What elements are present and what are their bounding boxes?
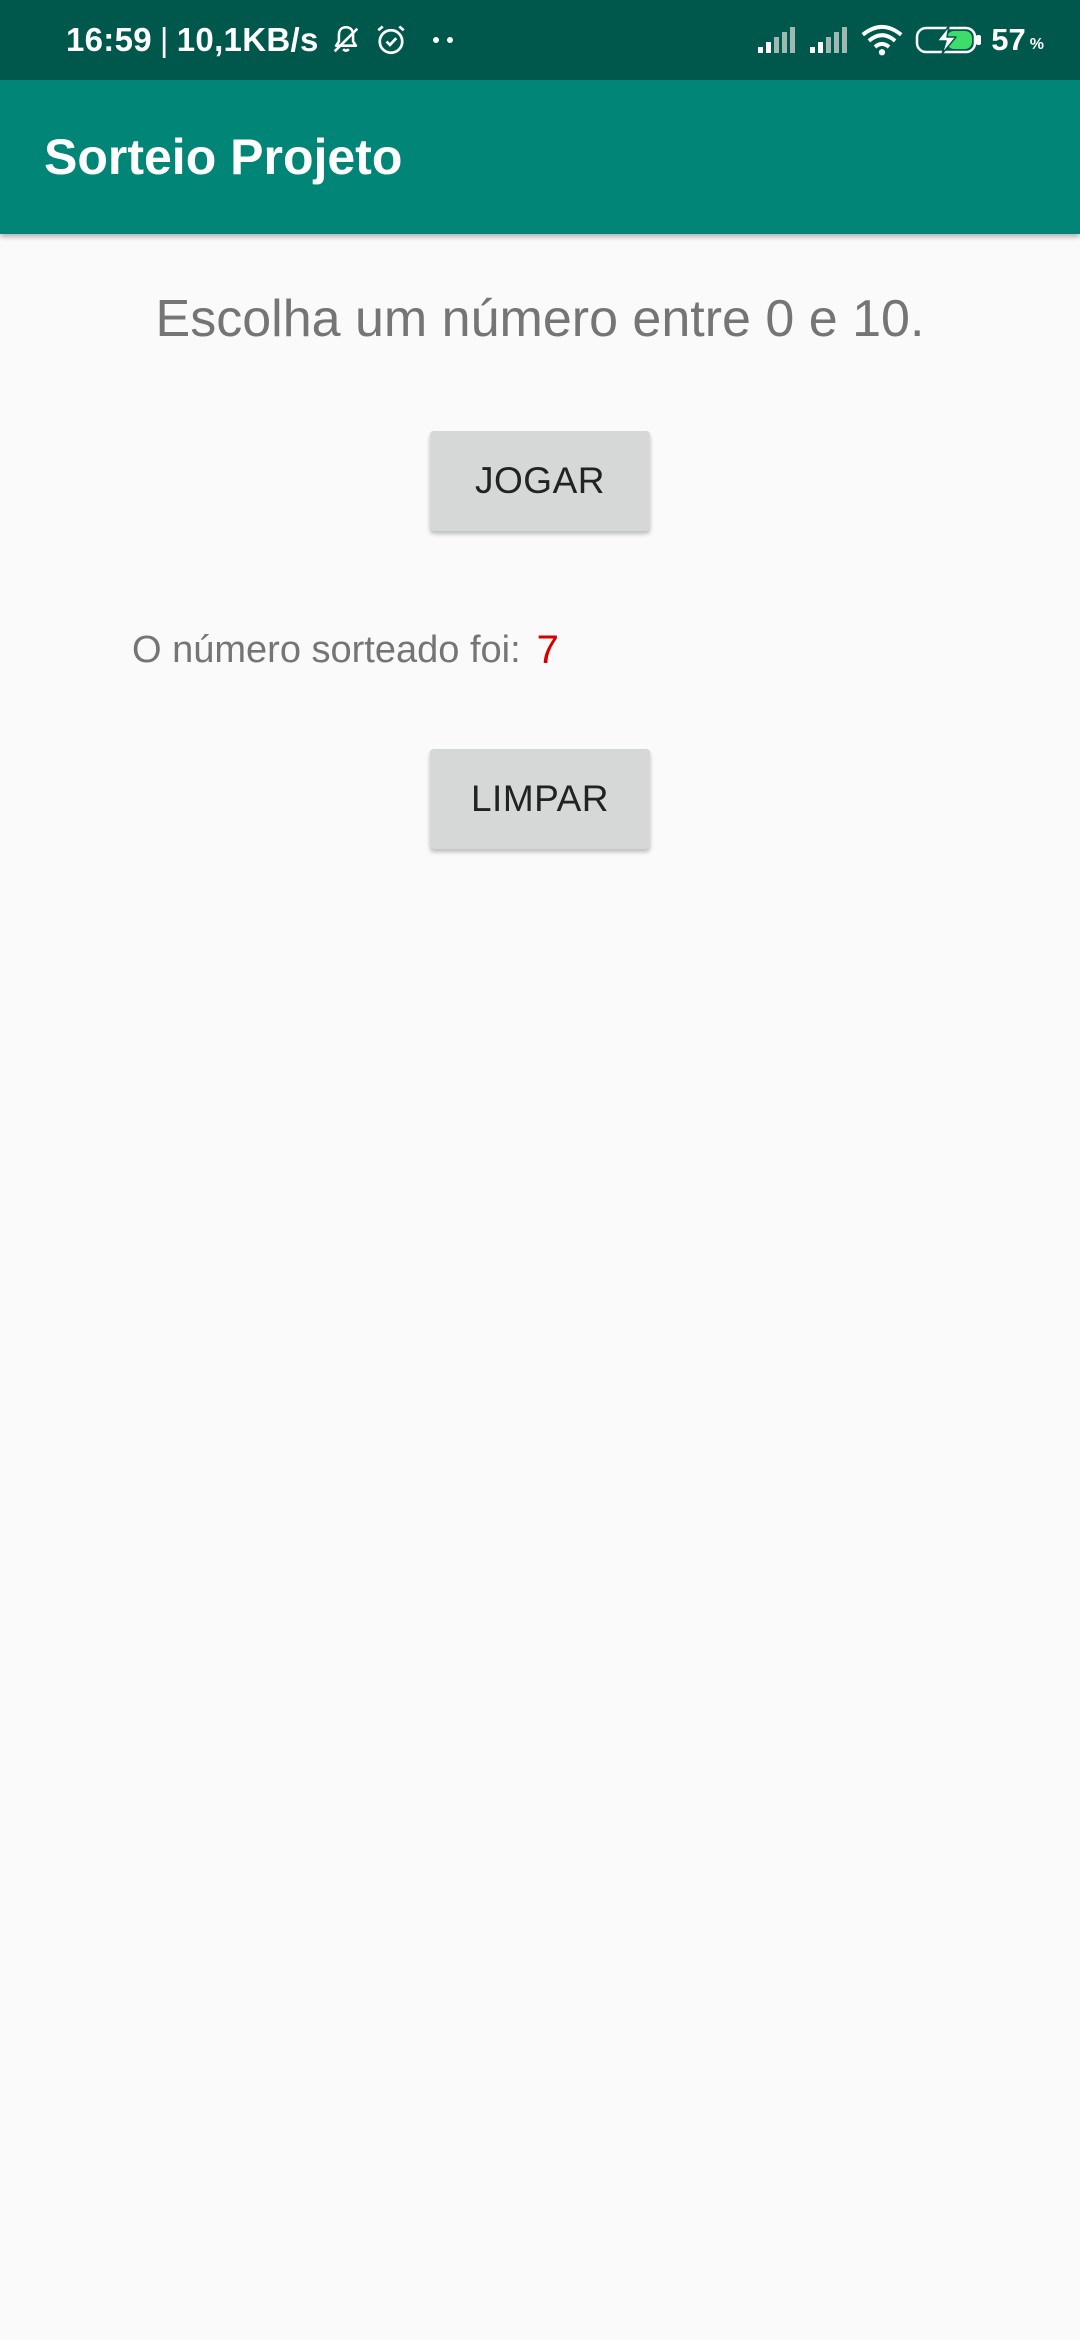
status-time: 16:59 (66, 21, 152, 58)
signal-icon (809, 25, 849, 55)
more-dots-icon (431, 35, 457, 45)
signal-icon (757, 25, 797, 55)
instruction-text: Escolha um número entre 0 e 10. (155, 290, 925, 348)
bell-muted-icon (329, 23, 363, 57)
clear-button[interactable]: LIMPAR (430, 749, 650, 849)
result-label: O número sorteado foi: (132, 628, 521, 671)
result-value: 7 (536, 627, 559, 672)
app-bar: Sorteio Projeto (0, 80, 1080, 234)
app-title: Sorteio Projeto (44, 129, 403, 185)
status-bar: 16:59 | 10,1KB/s 57 % (0, 0, 1080, 80)
wifi-icon (861, 24, 903, 56)
alarm-icon (373, 22, 409, 58)
status-separator: | (159, 21, 169, 58)
battery-percent: 57 (991, 22, 1026, 57)
result-row: O número sorteado foi: 7 (132, 622, 559, 678)
play-button[interactable]: JOGAR (430, 431, 650, 531)
battery-charging-icon (915, 24, 983, 56)
battery-percent-unit: % (1029, 36, 1044, 53)
status-right: 57 % (757, 0, 1044, 80)
status-network-speed: 10,1KB/s (176, 21, 319, 58)
status-left: 16:59 | 10,1KB/s (66, 0, 457, 80)
